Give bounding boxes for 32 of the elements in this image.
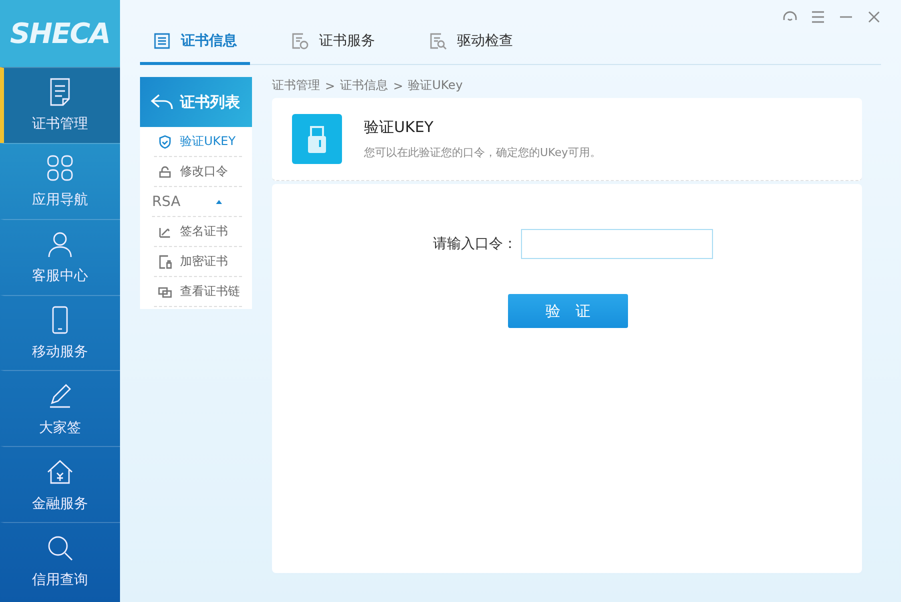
back-icon <box>150 93 174 111</box>
item-icon <box>158 254 172 268</box>
panel-description: 您可以在此验证您的口令，确定您的UKey可用。 <box>364 145 601 160</box>
panel-title: 验证UKEY <box>364 118 434 137</box>
cert-list-item[interactable]: 签名证书 <box>154 217 242 247</box>
tab[interactable]: 证书服务 <box>278 20 388 65</box>
breadcrumb-item[interactable]: 证书信息 <box>340 77 388 94</box>
cert-list-item[interactable]: 加密证书 <box>154 247 242 277</box>
breadcrumb-separator: > <box>393 78 404 92</box>
sidebar-item[interactable]: 证书管理 <box>0 67 120 143</box>
cert-list-item[interactable]: 验证UKEY <box>154 127 242 157</box>
verify-button[interactable]: 验 证 <box>508 294 628 328</box>
cert-list-item[interactable]: 查看证书链 <box>154 277 242 307</box>
tab-icon <box>291 32 309 50</box>
item-icon <box>158 164 172 178</box>
cert-list-item[interactable]: 修改口令 <box>154 157 242 187</box>
breadcrumb-item[interactable]: 证书管理 <box>272 77 320 94</box>
tab-icon <box>153 32 171 50</box>
breadcrumb-item[interactable]: 验证UKey <box>408 77 463 94</box>
tab[interactable]: 驱动检查 <box>416 20 526 65</box>
item-icon <box>158 284 172 298</box>
item-icon <box>158 134 172 148</box>
cert-list-header[interactable]: 证书列表 <box>140 77 252 127</box>
tab[interactable]: 证书信息 <box>140 20 250 65</box>
password-field[interactable] <box>521 229 713 259</box>
tab-icon <box>429 32 447 50</box>
group-header[interactable]: RSA <box>152 187 242 217</box>
logo: SHECA <box>10 17 110 50</box>
field-label: 请输入口令： <box>433 235 517 253</box>
caret-icon <box>216 200 222 204</box>
cert-list-title: 证书列表 <box>180 92 240 112</box>
breadcrumb-separator: > <box>325 78 336 92</box>
